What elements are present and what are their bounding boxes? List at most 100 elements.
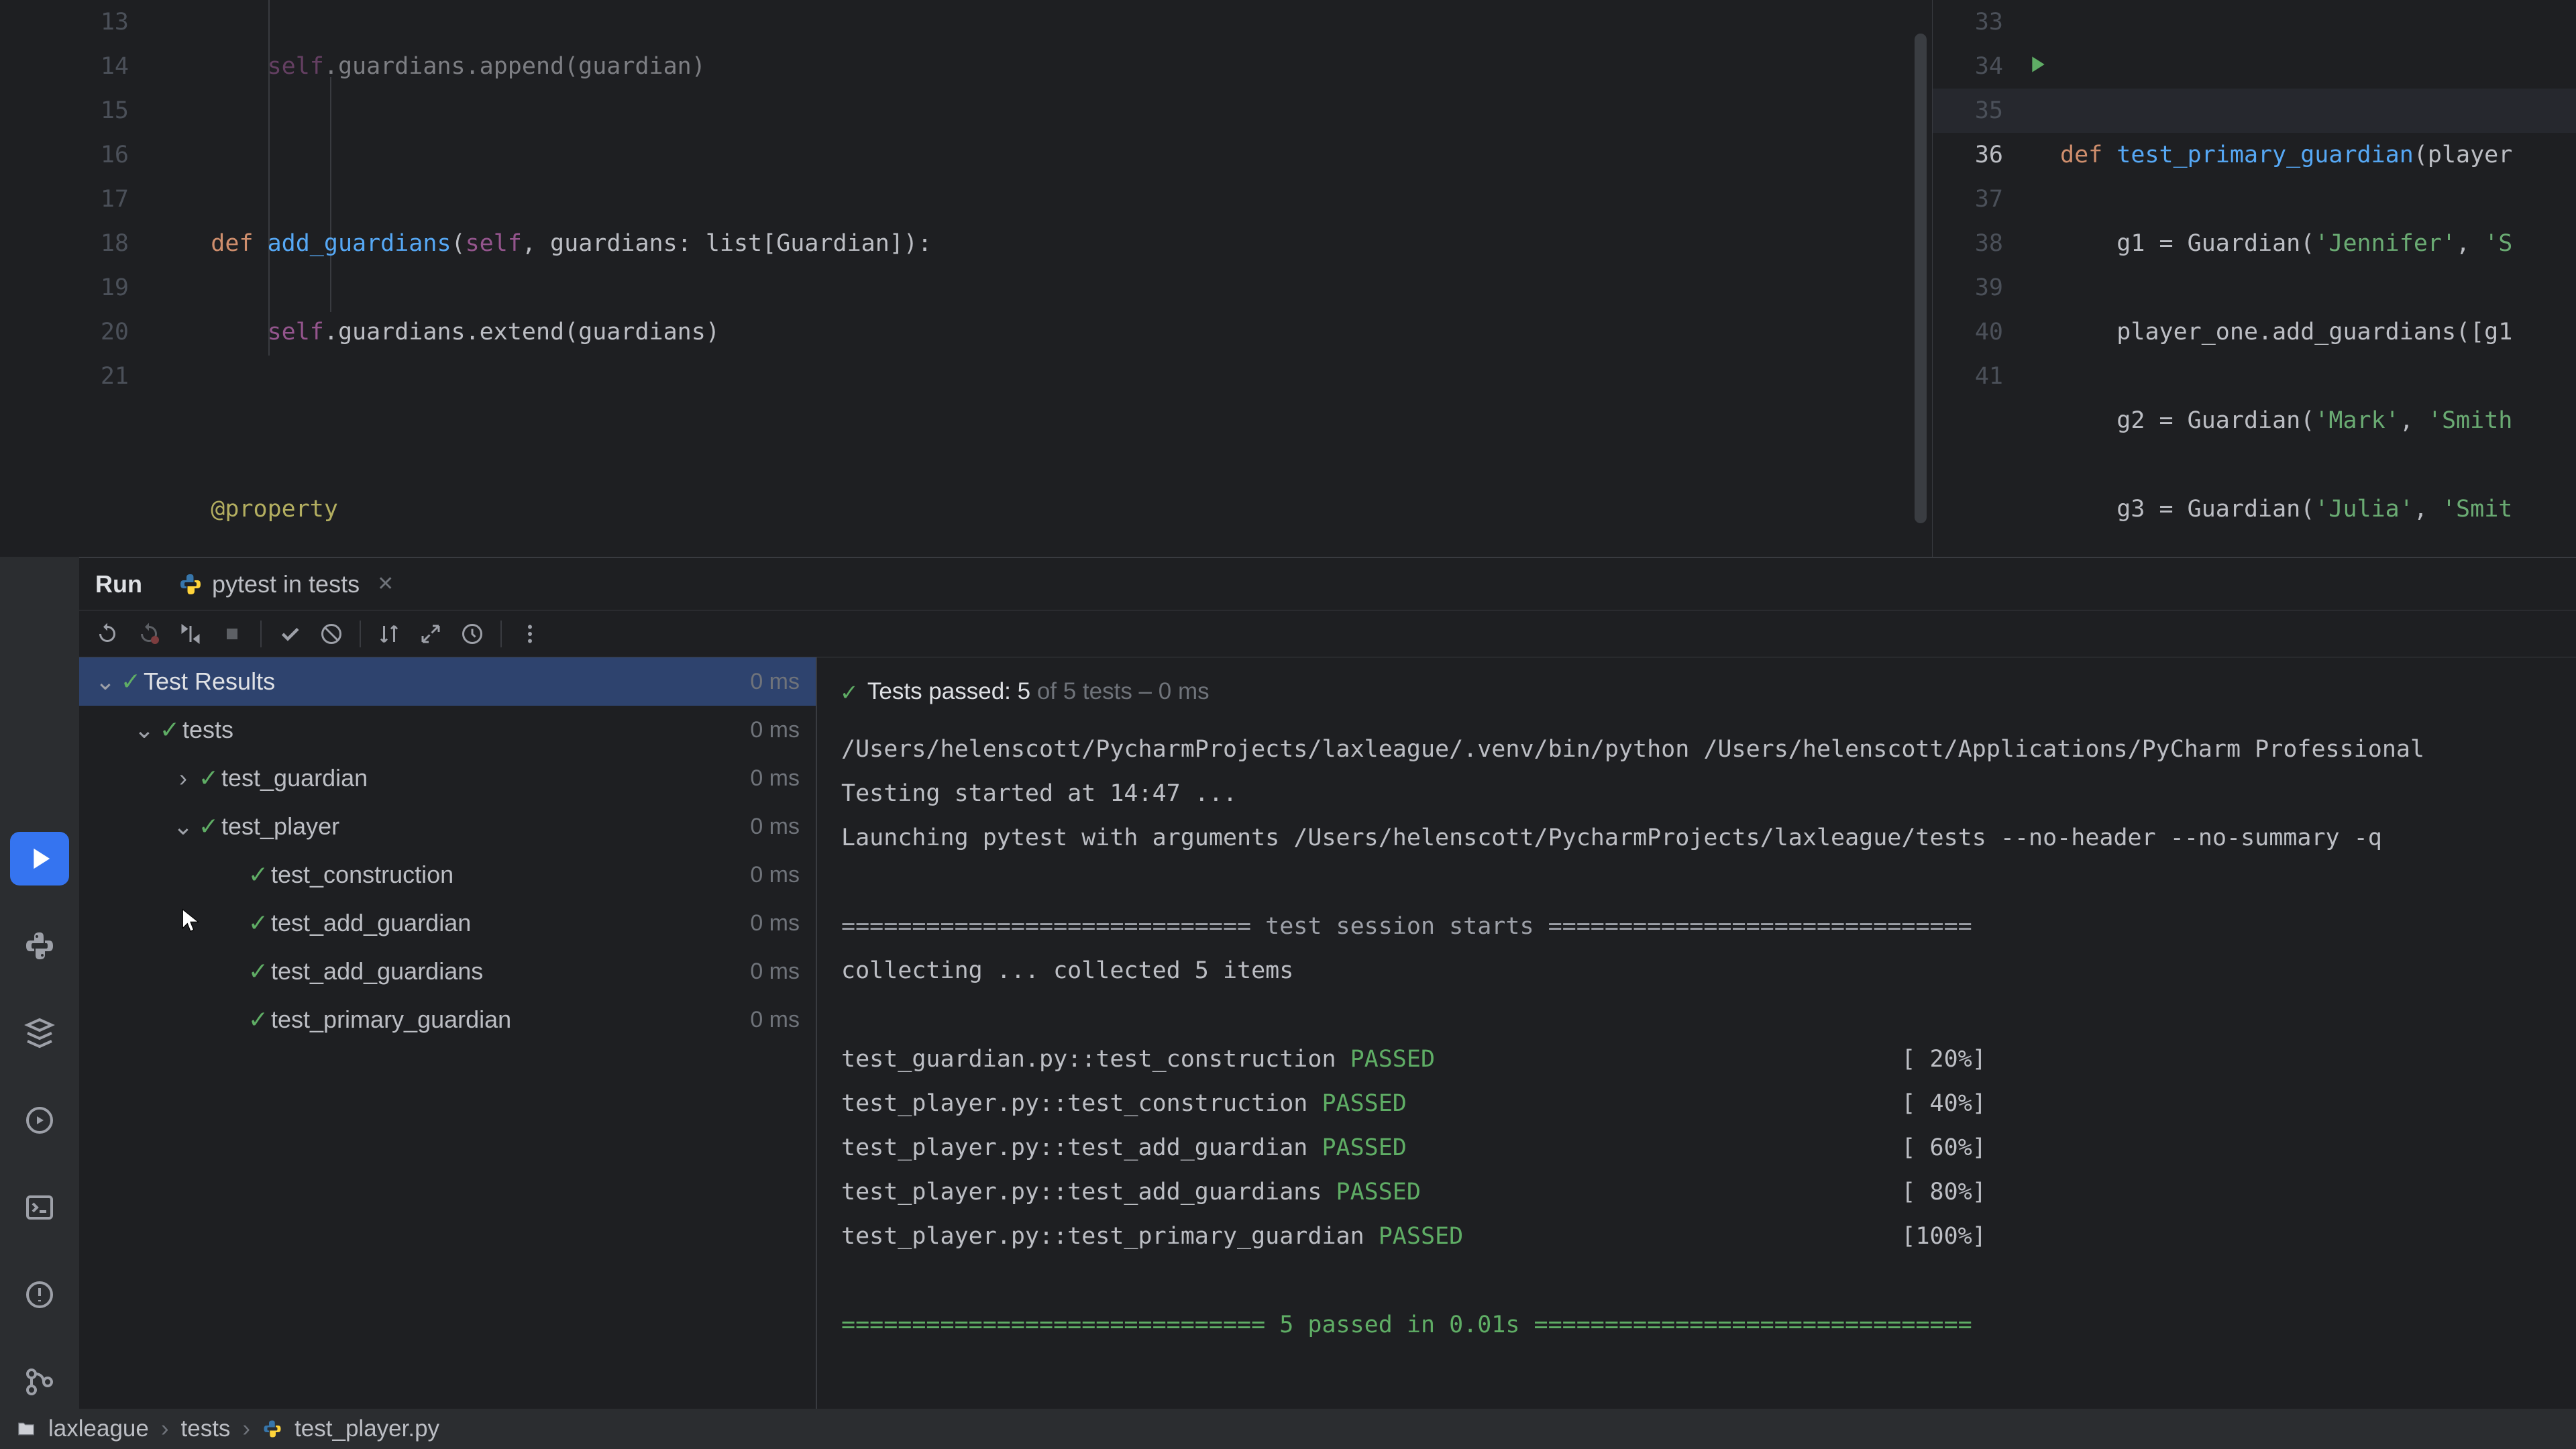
- run-body: ⌄ ✓ Test Results 0 ms ⌄ ✓ tests 0 ms › ✓…: [79, 657, 2576, 1409]
- pytest-icon: [178, 572, 203, 596]
- problems-button[interactable]: [10, 1268, 69, 1322]
- right-editor-pane[interactable]: 33 34 35 36 37 38 39 40 41 def test_prim…: [1932, 0, 2576, 557]
- run-tool-button[interactable]: [10, 832, 69, 885]
- console-line: test_guardian.py::test_construction PASS…: [841, 1037, 2576, 1081]
- run-label: Run: [95, 570, 142, 598]
- line-number: 17: [0, 177, 129, 221]
- chevron-right-icon: ›: [161, 1415, 169, 1442]
- more-options-button[interactable]: [511, 615, 549, 653]
- console-line: [841, 1258, 2576, 1303]
- tree-leaf-test[interactable]: ✓ test_construction 0 ms: [79, 851, 816, 899]
- test-summary: ✓ Tests passed: 5 of 5 tests – 0 ms: [841, 669, 2576, 714]
- check-icon: ✓: [246, 861, 271, 889]
- run-tool-window: Run pytest in tests ✕ ⌄ ✓ Test Results: [79, 557, 2576, 1409]
- line-number: 20: [0, 310, 129, 354]
- check-icon: ✓: [841, 669, 857, 714]
- line-number: 33: [1933, 0, 2003, 44]
- code-line: self.guardians.append(guardian): [154, 44, 932, 89]
- line-number: 41: [1933, 354, 2003, 398]
- left-editor-pane[interactable]: 13 14 15 16 17 18 19 20 21 self.guardian…: [0, 0, 1932, 557]
- console-separator: ============================= test sessi…: [841, 904, 2576, 949]
- rerun-button[interactable]: [89, 615, 126, 653]
- breadcrumb-file[interactable]: test_player.py: [294, 1415, 439, 1442]
- test-history-button[interactable]: [453, 615, 491, 653]
- python-file-icon: [262, 1419, 282, 1439]
- run-config-tab[interactable]: pytest in tests ✕: [162, 558, 410, 610]
- console-line: Testing started at 14:47 ...: [841, 771, 2576, 816]
- console-line: [841, 860, 2576, 904]
- run-header: Run pytest in tests ✕: [79, 558, 2576, 610]
- vertical-scrollbar[interactable]: [1915, 34, 1927, 523]
- breadcrumb-project[interactable]: laxleague: [48, 1415, 149, 1442]
- toolbar-separator: [260, 621, 262, 647]
- breadcrumb-folder[interactable]: tests: [181, 1415, 231, 1442]
- chevron-right-icon: ›: [242, 1415, 250, 1442]
- console-line: /Users/helenscott/PycharmProjects/laxlea…: [841, 727, 2576, 771]
- expand-all-button[interactable]: [412, 615, 449, 653]
- chevron-right-icon[interactable]: ›: [170, 764, 196, 792]
- summary-count: 5: [1018, 678, 1030, 704]
- summary-suffix: of 5 tests – 0 ms: [1030, 678, 1210, 704]
- line-number: 39: [1933, 266, 2003, 310]
- code-line: g2 = Guardian('Mark', 'Smith: [2060, 398, 2512, 443]
- check-icon: ✓: [246, 1006, 271, 1034]
- chevron-down-icon[interactable]: ⌄: [170, 812, 196, 841]
- show-ignored-button[interactable]: [313, 615, 350, 653]
- services-button[interactable]: [10, 1006, 69, 1060]
- debug-button[interactable]: [10, 1093, 69, 1147]
- console-summary-line: ============================== 5 passed …: [841, 1303, 2576, 1347]
- line-number: 34: [1933, 44, 2003, 89]
- run-toolbar: [79, 610, 2576, 657]
- folder-icon: [16, 1419, 36, 1439]
- line-number: 37: [1933, 177, 2003, 221]
- line-number: 13: [0, 0, 129, 44]
- tree-leaf-test[interactable]: ✓ test_add_guardian 0 ms: [79, 899, 816, 947]
- toolbar-separator: [360, 621, 361, 647]
- toolbar-separator: [500, 621, 502, 647]
- console-line: test_player.py::test_construction PASSED…: [841, 1081, 2576, 1126]
- console-line: Launching pytest with arguments /Users/h…: [841, 816, 2576, 860]
- rerun-failed-button[interactable]: [130, 615, 168, 653]
- code-line: def add_guardians(self, guardians: list[…: [154, 221, 932, 266]
- tree-leaf-test[interactable]: ✓ test_primary_guardian 0 ms: [79, 996, 816, 1044]
- test-console[interactable]: ✓ Tests passed: 5 of 5 tests – 0 ms /Use…: [817, 657, 2576, 1409]
- code-line: self.guardians.extend(guardians): [154, 310, 932, 354]
- line-number: 38: [1933, 221, 2003, 266]
- code-line: [2060, 44, 2512, 89]
- tree-root-test-results[interactable]: ⌄ ✓ Test Results 0 ms: [79, 657, 816, 706]
- run-test-gutter-icon[interactable]: [2023, 51, 2050, 78]
- stop-button[interactable]: [213, 615, 251, 653]
- line-number-gutter: 33 34 35 36 37 38 39 40 41: [1933, 0, 2020, 398]
- test-results-tree[interactable]: ⌄ ✓ Test Results 0 ms ⌄ ✓ tests 0 ms › ✓…: [79, 657, 817, 1409]
- tree-node-test-player[interactable]: ⌄ ✓ test_player 0 ms: [79, 802, 816, 851]
- close-tab-icon[interactable]: ✕: [377, 572, 394, 596]
- line-number: 21: [0, 354, 129, 398]
- check-icon: ✓: [196, 764, 221, 792]
- check-icon: ✓: [196, 812, 221, 841]
- code-content[interactable]: self.guardians.append(guardian) def add_…: [154, 0, 932, 557]
- chevron-down-icon[interactable]: ⌄: [93, 667, 118, 696]
- tree-leaf-test[interactable]: ✓ test_add_guardians 0 ms: [79, 947, 816, 996]
- console-line: test_player.py::test_primary_guardian PA…: [841, 1214, 2576, 1258]
- code-line: player_one.add_guardians([g1: [2060, 310, 2512, 354]
- terminal-button[interactable]: [10, 1181, 69, 1234]
- toggle-auto-test-button[interactable]: [172, 615, 209, 653]
- sort-button[interactable]: [370, 615, 408, 653]
- code-line: g3 = Guardian('Julia', 'Smit: [2060, 487, 2512, 531]
- code-content[interactable]: def test_primary_guardian(player g1 = Gu…: [2060, 0, 2512, 557]
- check-icon: ✓: [157, 716, 182, 744]
- code-line: g1 = Guardian('Jennifer', 'S: [2060, 221, 2512, 266]
- console-line: [841, 993, 2576, 1037]
- vcs-button[interactable]: [10, 1355, 69, 1409]
- console-line: test_player.py::test_add_guardians PASSE…: [841, 1170, 2576, 1214]
- tree-node-test-guardian[interactable]: › ✓ test_guardian 0 ms: [79, 754, 816, 802]
- run-config-name: pytest in tests: [212, 570, 360, 598]
- console-line: test_player.py::test_add_guardian PASSED…: [841, 1126, 2576, 1170]
- chevron-down-icon[interactable]: ⌄: [131, 716, 157, 744]
- line-number-gutter: 13 14 15 16 17 18 19 20 21: [0, 0, 154, 398]
- show-passed-button[interactable]: [271, 615, 309, 653]
- tree-node-tests[interactable]: ⌄ ✓ tests 0 ms: [79, 706, 816, 754]
- breadcrumb-bar: laxleague › tests › test_player.py: [0, 1409, 2576, 1449]
- python-console-button[interactable]: [10, 919, 69, 973]
- summary-label: Tests passed:: [867, 678, 1018, 704]
